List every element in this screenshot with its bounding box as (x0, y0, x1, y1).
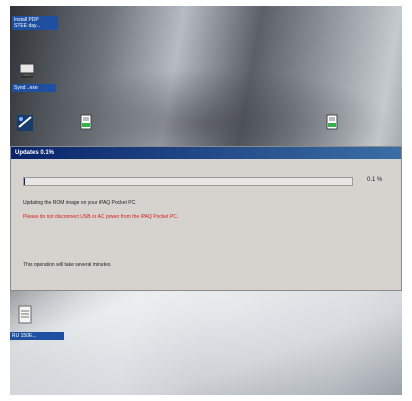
desktop-area: Install PDP STEE day... Synd ..exe Updat… (10, 6, 402, 395)
document-icon-right[interactable] (324, 114, 340, 132)
computer-icon[interactable] (18, 62, 38, 80)
warning-message: Please do not disconnect USB or AC power… (23, 214, 179, 220)
progress-percent: 0.1 % (367, 177, 383, 183)
desktop-label-icon2[interactable]: Synd ..exe (12, 84, 56, 92)
desktop-label-bottom-left[interactable]: RU 150E... (10, 332, 64, 340)
dialog-title: Updates 0.1% (15, 150, 55, 156)
desktop-label-top-left[interactable]: Install PDP STEE day... (12, 16, 58, 30)
shortcut-icon[interactable] (16, 114, 34, 132)
duration-note: This operation will take several minutes… (23, 262, 112, 268)
dialog-titlebar: Updates 0.1% (11, 147, 401, 159)
update-message: Updating the ROM image on your iPAQ Pock… (23, 200, 137, 206)
text-file-icon[interactable] (16, 304, 34, 326)
progress-bar (23, 177, 353, 186)
update-dialog: Updates 0.1% 0.1 % Updating the ROM imag… (10, 146, 402, 291)
document-icon[interactable] (78, 114, 94, 132)
